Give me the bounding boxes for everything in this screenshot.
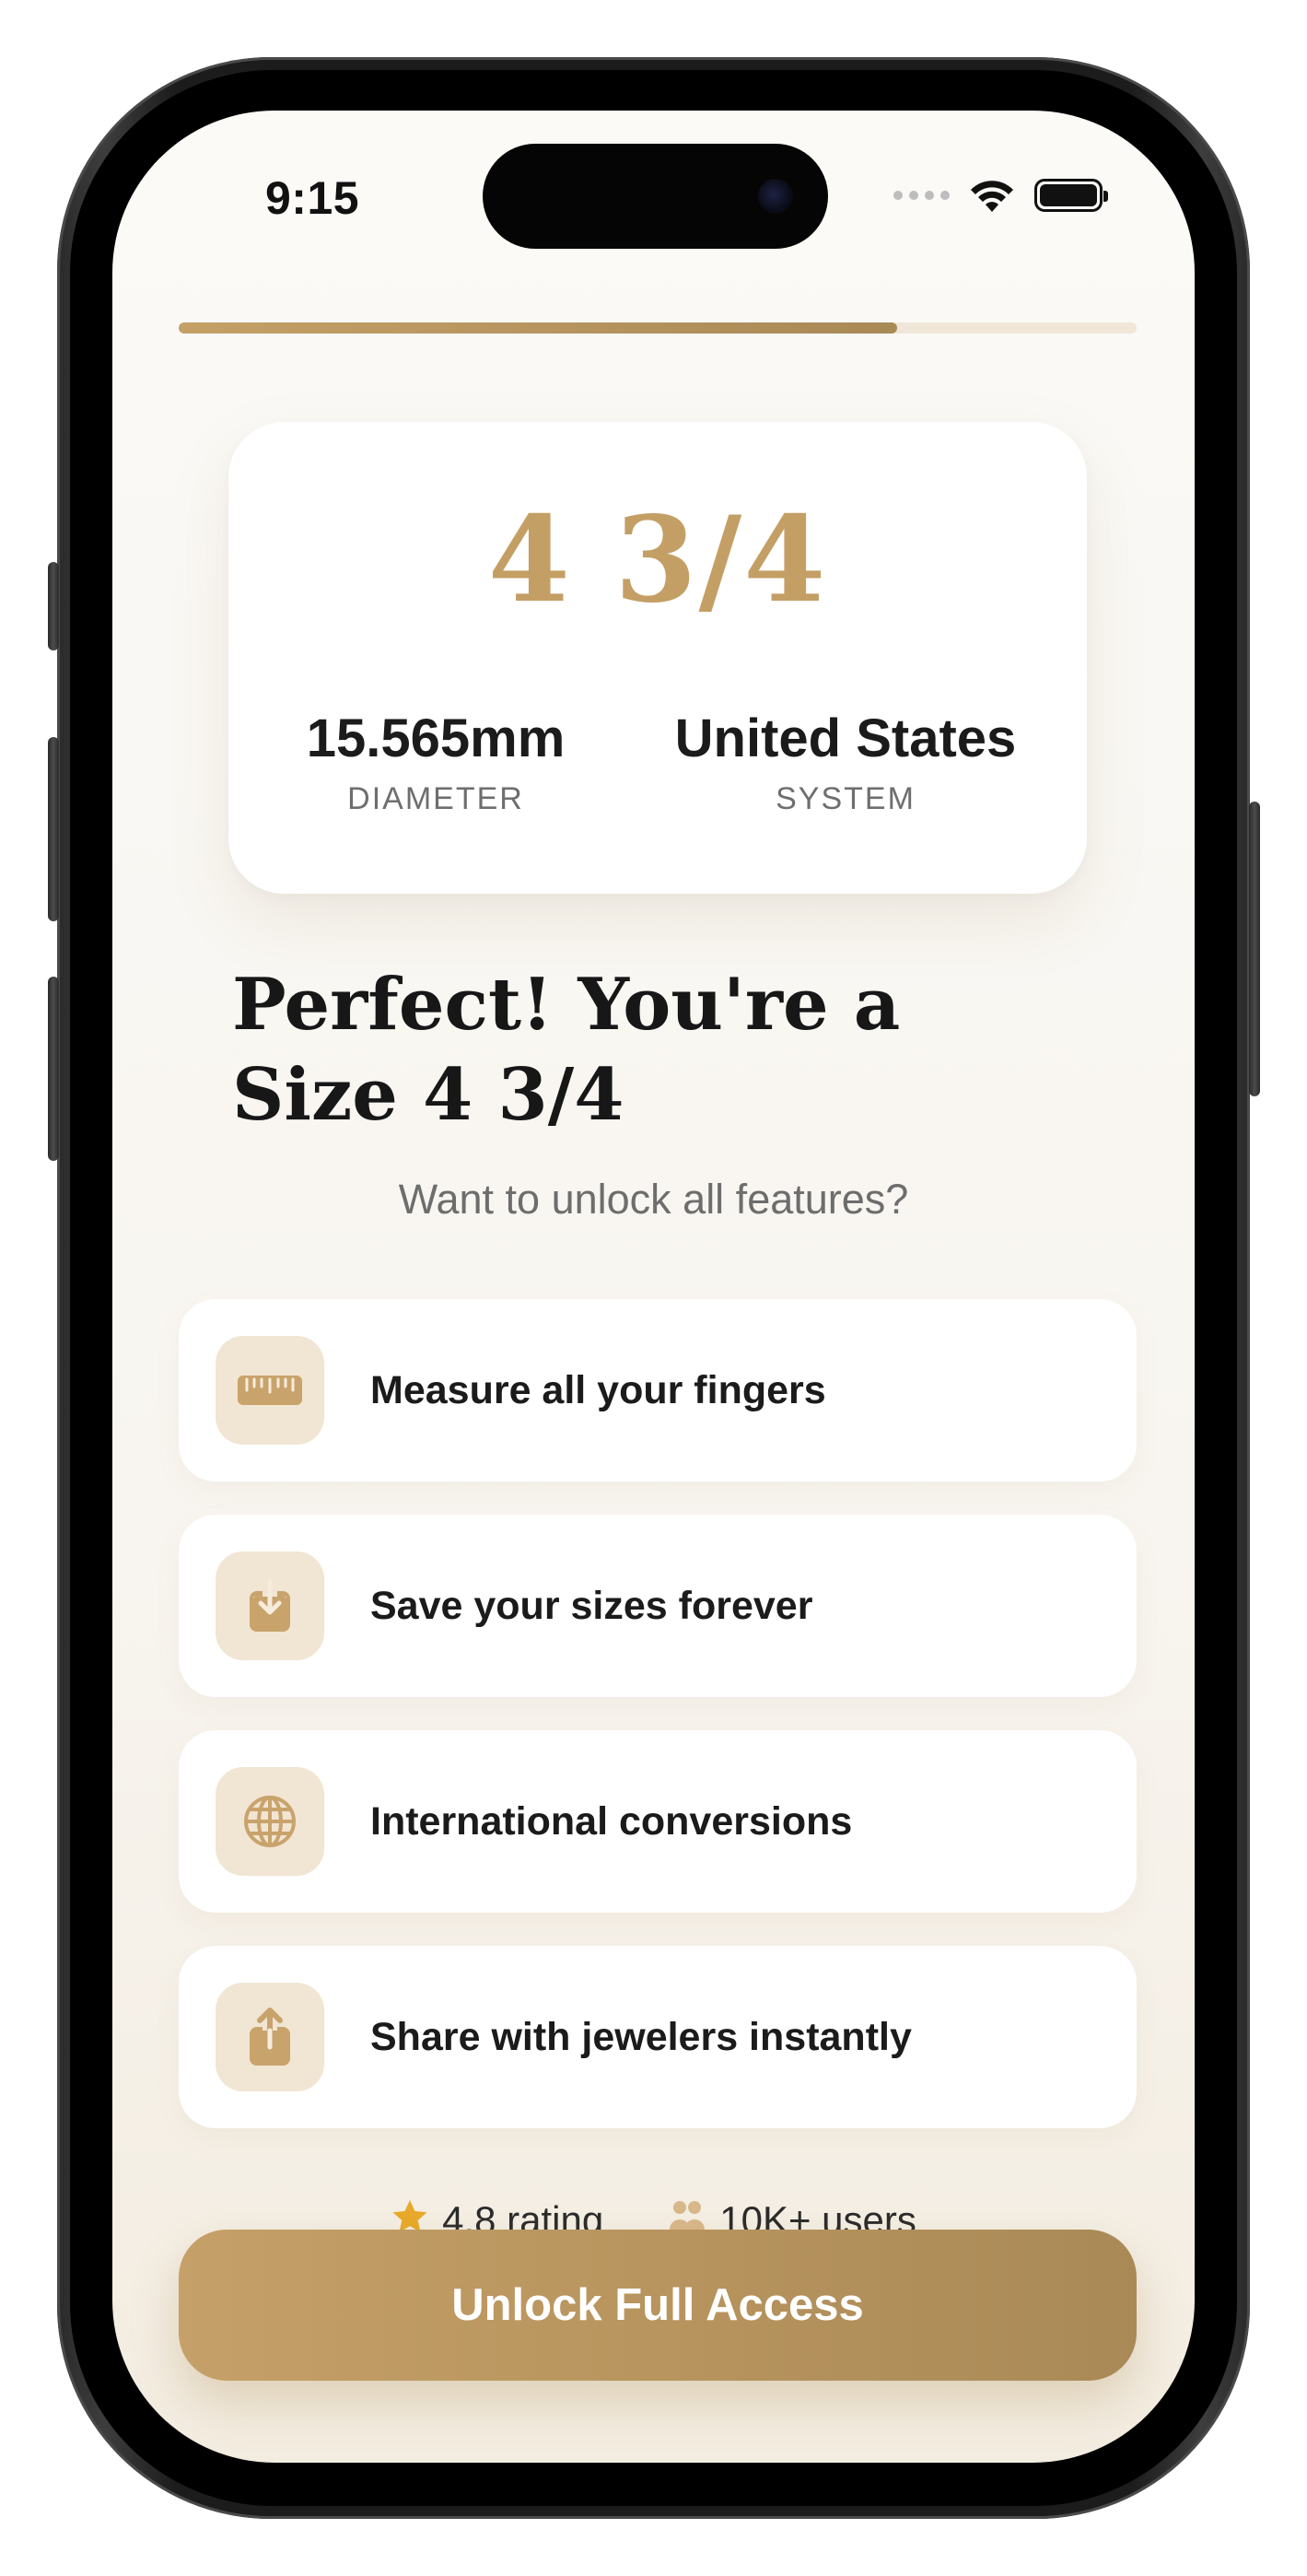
- diameter-value: 15.565mm: [306, 708, 566, 768]
- volume-up-button: [48, 737, 59, 921]
- wifi-icon: [971, 181, 1013, 212]
- cellular-signal-icon: [893, 191, 950, 200]
- ring-size-result-card: 4 3/4 15.565mm DIAMETER United States SY…: [228, 422, 1087, 894]
- front-camera: [758, 179, 793, 214]
- progress-bar-fill: [179, 322, 897, 334]
- rating-item: 4.8 rating: [391, 2198, 603, 2231]
- feature-label: Measure all your fingers: [370, 1367, 826, 1412]
- app-screen: 9:15 4 3/4 15.565mm DIAMETER United Stat…: [112, 111, 1195, 2463]
- action-button: [48, 562, 59, 650]
- system-stat: United States SYSTEM: [634, 709, 1057, 817]
- diameter-label: DIAMETER: [347, 781, 524, 816]
- ring-size-value: 4 3/4: [487, 491, 828, 629]
- share-icon: [216, 1983, 324, 2091]
- system-label: SYSTEM: [776, 781, 916, 816]
- users-item: 10K+ users: [668, 2198, 916, 2231]
- feature-save-sizes: Save your sizes forever: [179, 1515, 1137, 1697]
- dynamic-island: [483, 144, 828, 249]
- ruler-icon: [216, 1336, 324, 1445]
- users-text: 10K+ users: [719, 2198, 916, 2231]
- battery-icon: [1034, 179, 1108, 212]
- status-indicators: [893, 177, 1108, 214]
- feature-share-jewelers: Share with jewelers instantly: [179, 1946, 1137, 2128]
- system-value: United States: [674, 708, 1017, 768]
- star-icon: [392, 2200, 427, 2231]
- feature-label: Save your sizes forever: [370, 1583, 813, 1628]
- rating-text: 4.8 rating: [442, 2198, 604, 2231]
- power-button: [1249, 802, 1260, 1096]
- social-proof-row: 4.8 rating 10K+ users: [112, 2191, 1195, 2231]
- save-download-icon: [216, 1551, 324, 1660]
- globe-icon: [216, 1767, 324, 1876]
- unlock-full-access-button[interactable]: Unlock Full Access: [179, 2230, 1137, 2381]
- feature-label: International conversions: [370, 1798, 853, 1844]
- feature-measure-fingers: Measure all your fingers: [179, 1299, 1137, 1481]
- volume-down-button: [48, 977, 59, 1161]
- result-headline: Perfect! You're a Size 4 3/4: [232, 963, 901, 1137]
- unlock-subheadline: Want to unlock all features?: [398, 1176, 909, 1223]
- feature-label: Share with jewelers instantly: [370, 2014, 912, 2059]
- feature-international-conversions: International conversions: [179, 1730, 1137, 1913]
- diameter-stat: 15.565mm DIAMETER: [265, 709, 606, 817]
- onboarding-progress-bar: [179, 322, 1137, 334]
- status-time: 9:15: [265, 172, 360, 224]
- users-icon: [670, 2201, 706, 2230]
